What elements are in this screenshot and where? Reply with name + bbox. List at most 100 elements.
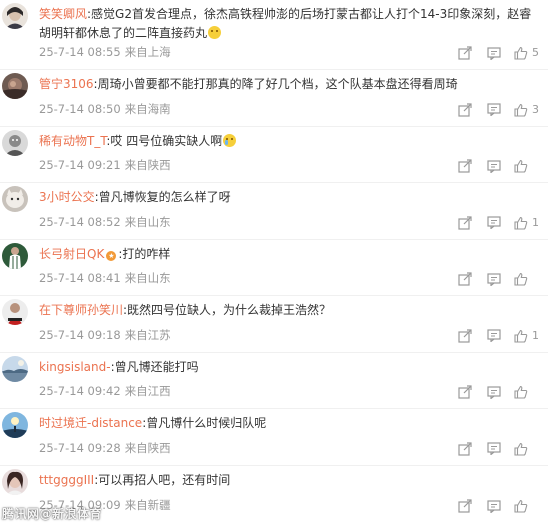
share-button[interactable] (458, 499, 472, 513)
share-icon (458, 102, 472, 117)
avatar[interactable] (2, 186, 28, 212)
comment-username[interactable]: 笑笑卿风 (39, 7, 87, 21)
comment-username[interactable]: 稀有动物T_T (39, 134, 106, 148)
reply-button[interactable] (487, 499, 501, 513)
comment-content: :感觉G2首发合理点，徐杰高铁程帅澎的后场打蒙古都让人打个14-3印象深刻，赵睿… (39, 7, 532, 40)
comment-body: 时过境迁-distance:曾凡博什么时候归队呢 (39, 414, 540, 433)
comment-content: :既然四号位缺人，为什么裁掉王浩然？ (123, 303, 332, 317)
reply-button[interactable] (487, 159, 501, 173)
comment-username[interactable]: 管宁3106 (39, 77, 94, 91)
comment-text: 时过境迁-distance:曾凡博什么时候归队呢 (39, 414, 540, 433)
share-icon (458, 272, 472, 286)
comment-location: 来自江西 (124, 384, 171, 398)
comment-username[interactable]: tttggggIII (39, 473, 94, 487)
thumbs-up-icon (514, 46, 528, 60)
share-button[interactable] (458, 46, 472, 60)
comment-content: :曾凡博还能打吗 (110, 359, 199, 374)
like-button[interactable]: 1 (514, 216, 544, 230)
avatar[interactable] (2, 129, 28, 156)
share-button[interactable] (458, 272, 472, 286)
like-button[interactable] (514, 385, 544, 399)
avatar[interactable] (2, 355, 28, 382)
comment-actions: 1 (458, 328, 544, 344)
grin-emoji-icon (208, 26, 222, 39)
comment-meta: 25-7-14 08:52 来自山东 (39, 215, 171, 229)
comment-location: 来自陕西 (124, 158, 171, 172)
share-button[interactable] (458, 328, 472, 343)
thumbs-up-icon (514, 103, 528, 117)
comment-body: 管宁3106:周琦小曾要都不能打那真的降了好几个档，这个队基本盘还得看周琦 (39, 75, 540, 94)
comment-username[interactable]: kingsisland- (39, 360, 111, 374)
share-icon (458, 441, 472, 456)
comment-list: 笑笑卿风:感觉G2首发合理点，徐杰高铁程帅澎的后场打蒙古都让人打个14-3印象深… (0, 0, 548, 522)
comment-content: :可以再招人吧，还有时间 (94, 472, 231, 487)
reply-button[interactable] (487, 442, 501, 455)
avatar[interactable] (2, 73, 28, 99)
comment-actions: 1 (458, 215, 544, 231)
comment-item: 在下尊师孙笑川:既然四号位缺人，为什么裁掉王浩然？ 25-7-14 09:18 来… (0, 296, 548, 353)
crown-badge-icon: ★ (106, 250, 117, 261)
reply-button[interactable] (487, 385, 501, 399)
share-button[interactable] (458, 385, 472, 399)
avatar[interactable] (2, 412, 28, 438)
like-button[interactable]: 5 (514, 46, 544, 60)
comment-text: 长弓射日QK ★:打的咋样 (39, 245, 540, 264)
comment-text: 稀有动物T_T:哎 四号位确实缺人啊 (39, 132, 540, 151)
avatar[interactable] (2, 299, 28, 325)
comment-body: kingsisland-:曾凡博还能打吗 (39, 358, 540, 377)
comment-actions (458, 384, 544, 400)
like-button[interactable] (514, 442, 544, 456)
share-icon (458, 385, 472, 399)
share-icon (458, 159, 472, 173)
share-icon (458, 215, 472, 230)
reply-icon (487, 442, 501, 455)
comment-text: 管宁3106:周琦小曾要都不能打那真的降了好几个档，这个队基本盘还得看周琦 (39, 75, 540, 94)
share-button[interactable] (458, 441, 472, 456)
comment-username[interactable]: 时过境迁-distance (39, 416, 142, 430)
like-button[interactable]: 1 (514, 329, 544, 343)
reply-button[interactable] (487, 46, 501, 60)
comment-actions (458, 441, 544, 457)
comment-time: 25-7-14 09:42 (39, 384, 121, 398)
like-button[interactable]: 3 (514, 103, 544, 117)
comment-meta: 25-7-14 09:21 来自陕西 (39, 158, 171, 172)
avatar[interactable] (2, 242, 28, 269)
share-icon (458, 499, 472, 513)
comment-time: 25-7-14 08:55 (39, 45, 121, 59)
like-button[interactable] (514, 272, 544, 286)
share-icon (458, 46, 472, 60)
comment-location: 来自陕西 (124, 440, 171, 455)
avatar[interactable] (2, 468, 28, 495)
comment-meta: 25-7-14 08:55 来自上海 (39, 45, 171, 59)
comment-body: 3小时公交:曾凡博恢复的怎么样了呀 (39, 188, 540, 207)
comment-body: tttggggIII:可以再招人吧，还有时间 (39, 471, 540, 490)
share-button[interactable] (458, 102, 472, 117)
comment-location: 来自江苏 (124, 327, 171, 342)
comment-item: 稀有动物T_T:哎 四号位确实缺人啊 25-7-14 09:21 来自陕西 (0, 127, 548, 183)
crying-emoji-icon (223, 133, 237, 147)
like-button[interactable] (514, 499, 544, 513)
share-button[interactable] (458, 159, 472, 173)
reply-button[interactable] (487, 103, 501, 116)
comment-username[interactable]: 在下尊师孙笑川 (39, 303, 123, 317)
thumbs-up-icon (514, 499, 528, 513)
reply-button[interactable] (487, 272, 501, 286)
reply-button[interactable] (487, 216, 501, 229)
comment-location: 来自海南 (124, 101, 171, 116)
comment-body: 笑笑卿风:感觉G2首发合理点，徐杰高铁程帅澎的后场打蒙古都让人打个14-3印象深… (39, 5, 540, 43)
reply-icon (487, 103, 501, 116)
avatar[interactable] (2, 3, 28, 29)
comment-location: 来自新疆 (124, 498, 171, 512)
comment-meta: 25-7-14 09:28 来自陕西 (39, 441, 171, 455)
comment-item: kingsisland-:曾凡博还能打吗 25-7-14 09:42 来自江西 (0, 353, 548, 409)
comment-username[interactable]: 3小时公交 (39, 190, 95, 204)
share-button[interactable] (458, 215, 472, 230)
reply-button[interactable] (487, 329, 501, 342)
comment-text: 在下尊师孙笑川:既然四号位缺人，为什么裁掉王浩然？ (39, 301, 540, 320)
comment-username[interactable]: 长弓射日QK (39, 247, 104, 261)
comment-location: 来自上海 (124, 45, 171, 59)
comment-time: 25-7-14 09:09 (39, 498, 121, 512)
like-button[interactable] (514, 159, 544, 173)
thumbs-up-icon (514, 159, 528, 173)
comment-time: 25-7-14 08:41 (39, 271, 121, 285)
